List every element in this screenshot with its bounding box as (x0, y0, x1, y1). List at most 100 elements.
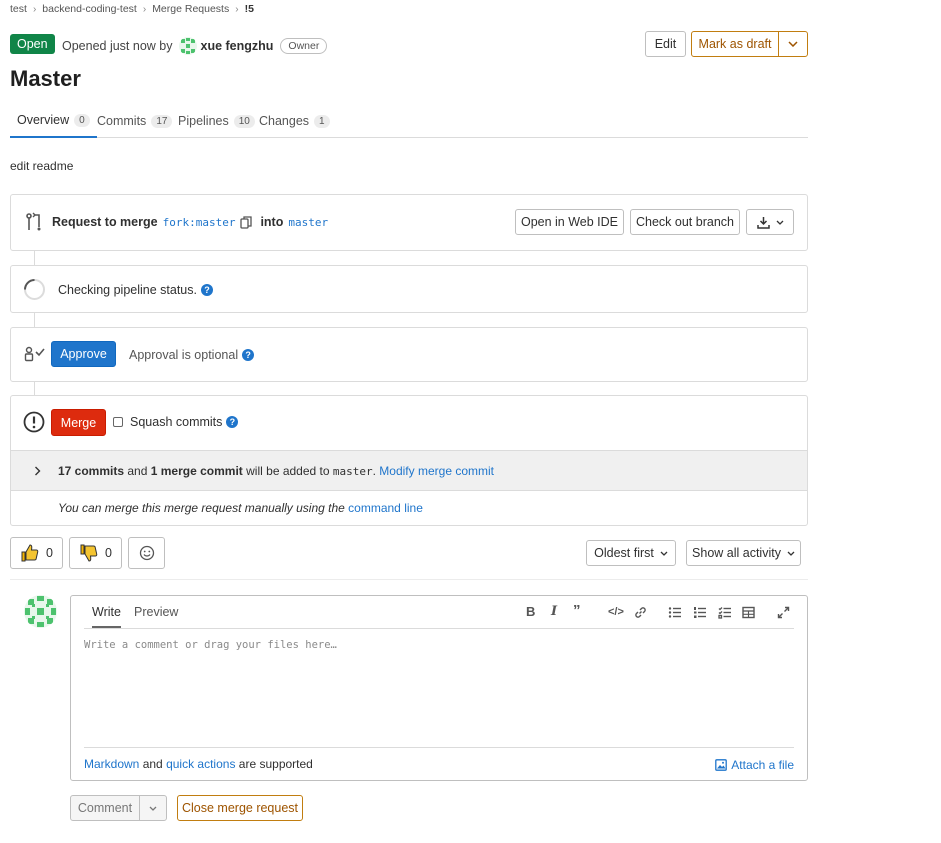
tab-count: 17 (151, 114, 173, 128)
merge-commit-count: 1 merge commit (150, 464, 243, 478)
comment-button[interactable]: Comment (70, 795, 140, 821)
widget-connector (34, 250, 35, 266)
bullet-list-icon[interactable] (668, 606, 681, 619)
page-title: Master (10, 66, 81, 91)
mr-tabs: Overview 0 Commits 17 Pipelines 10 Changes 1 (10, 104, 808, 138)
and-text: and (127, 464, 148, 478)
commits-count: 17 commits (58, 464, 125, 478)
target-branch: master (332, 465, 373, 478)
comment-editor: Write Preview B I ” </> Write a comment … (70, 595, 808, 781)
chevron-right-icon: › (32, 3, 37, 15)
close-merge-request-button[interactable]: Close merge request (177, 795, 303, 821)
tab-changes[interactable]: Changes 1 (259, 104, 330, 138)
approve-button[interactable]: Approve (51, 341, 116, 367)
check-out-branch-button[interactable]: Check out branch (630, 209, 740, 235)
commits-summary-bar[interactable]: 17 commits and 1 merge commit will be ad… (11, 450, 807, 491)
opened-info: Opened just now by xue fengzhu Owner (62, 37, 328, 55)
thumbs-up-button[interactable]: 0 (10, 537, 63, 569)
tab-count: 1 (314, 114, 330, 128)
thumbs-up-count: 0 (46, 546, 53, 560)
breadcrumb: test › backend-coding-test › Merge Reque… (10, 3, 254, 15)
quick-actions-link[interactable]: quick actions (166, 757, 235, 771)
image-icon (715, 759, 728, 771)
pipeline-status-text: Checking pipeline status. (58, 283, 197, 297)
approval-card: Approve Approval is optional ? (10, 327, 808, 382)
draft-dropdown-button[interactable] (778, 31, 808, 57)
tab-commits[interactable]: Commits 17 (97, 104, 173, 138)
numbered-list-icon[interactable] (693, 606, 706, 619)
markdown-link[interactable]: Markdown (84, 757, 139, 771)
bold-icon[interactable]: B (526, 604, 535, 619)
copy-icon[interactable] (240, 215, 253, 229)
squash-option: Squash commits ? (113, 415, 239, 429)
sort-dropdown[interactable]: Oldest first (586, 540, 676, 566)
approval-icon (24, 346, 45, 362)
merge-card: Merge Squash commits ? 17 commits and 1 … (10, 395, 808, 526)
widget-connector (34, 381, 35, 396)
edit-button[interactable]: Edit (645, 31, 686, 57)
mr-description: edit readme (10, 159, 74, 173)
breadcrumb-item[interactable]: !5 (245, 3, 254, 15)
request-label: Request to merge (52, 215, 158, 229)
into-label: into (260, 215, 284, 229)
fullscreen-icon[interactable] (777, 606, 790, 619)
help-icon[interactable]: ? (242, 349, 255, 361)
attach-file-link[interactable]: Attach a file (715, 758, 794, 772)
chevron-right-icon: › (235, 3, 239, 15)
commits-summary: 17 commits and 1 merge commit will be ad… (58, 464, 494, 478)
tab-pipelines[interactable]: Pipelines 10 (178, 104, 255, 138)
breadcrumb-item[interactable]: test (10, 3, 27, 15)
chevron-down-icon (788, 41, 798, 47)
mark-as-draft-button[interactable]: Mark as draft (691, 31, 779, 57)
thumbs-down-button[interactable]: 0 (69, 537, 122, 569)
author-name[interactable]: xue fengzhu (201, 39, 274, 53)
chevron-down-icon (776, 220, 783, 225)
added-text: will be added to (246, 464, 330, 478)
breadcrumb-item[interactable]: Merge Requests (152, 3, 229, 15)
chevron-down-icon (149, 806, 157, 811)
open-web-ide-button[interactable]: Open in Web IDE (515, 209, 624, 235)
squash-checkbox[interactable] (113, 417, 123, 427)
smiley-icon (139, 545, 154, 561)
divider (10, 579, 808, 580)
merge-button[interactable]: Merge (51, 409, 106, 436)
target-branch[interactable]: master (288, 216, 328, 229)
approval-optional-text: Approval is optional (129, 348, 239, 362)
pipeline-card: Checking pipeline status. ? (10, 265, 808, 313)
comment-dropdown-button[interactable] (139, 795, 167, 821)
comment-textarea[interactable]: Write a comment or drag your files here… (84, 639, 337, 651)
task-list-icon[interactable] (718, 606, 731, 619)
chevron-right-icon[interactable] (34, 466, 41, 476)
tab-preview[interactable]: Preview (134, 605, 178, 619)
activity-filter-dropdown[interactable]: Show all activity (686, 540, 801, 566)
tab-overview[interactable]: Overview 0 (10, 104, 97, 138)
tab-write[interactable]: Write (92, 605, 121, 628)
help-icon[interactable]: ? (200, 284, 213, 296)
pipeline-status: Checking pipeline status. ? (58, 283, 213, 297)
command-line-link[interactable]: command line (348, 501, 423, 515)
widget-connector (34, 312, 35, 328)
avatar[interactable] (24, 595, 57, 628)
quote-icon[interactable]: ” (573, 602, 581, 619)
download-dropdown-button[interactable] (746, 209, 794, 235)
editor-tabs: Write Preview B I ” </> (84, 596, 794, 629)
chevron-down-icon (787, 551, 795, 556)
opened-text: Opened just now by (62, 39, 173, 53)
source-branch[interactable]: fork:master (163, 216, 236, 229)
modify-merge-commit-link[interactable]: Modify merge commit (379, 464, 494, 478)
italic-icon[interactable]: I (551, 604, 557, 619)
download-icon (756, 216, 770, 229)
breadcrumb-item[interactable]: backend-coding-test (42, 3, 137, 15)
add-reaction-button[interactable] (128, 537, 165, 569)
thumbs-down-count: 0 (105, 546, 112, 560)
link-icon[interactable] (634, 606, 647, 619)
thumbs-up-icon (21, 544, 39, 562)
avatar[interactable] (178, 37, 197, 55)
code-icon[interactable]: </> (608, 606, 624, 618)
squash-label[interactable]: Squash commits (130, 415, 222, 429)
table-icon[interactable] (742, 606, 755, 619)
manual-merge-text: You can merge this merge request manuall… (58, 501, 345, 515)
tab-count: 0 (74, 113, 90, 127)
and-text: and (142, 757, 163, 771)
help-icon[interactable]: ? (226, 416, 239, 428)
